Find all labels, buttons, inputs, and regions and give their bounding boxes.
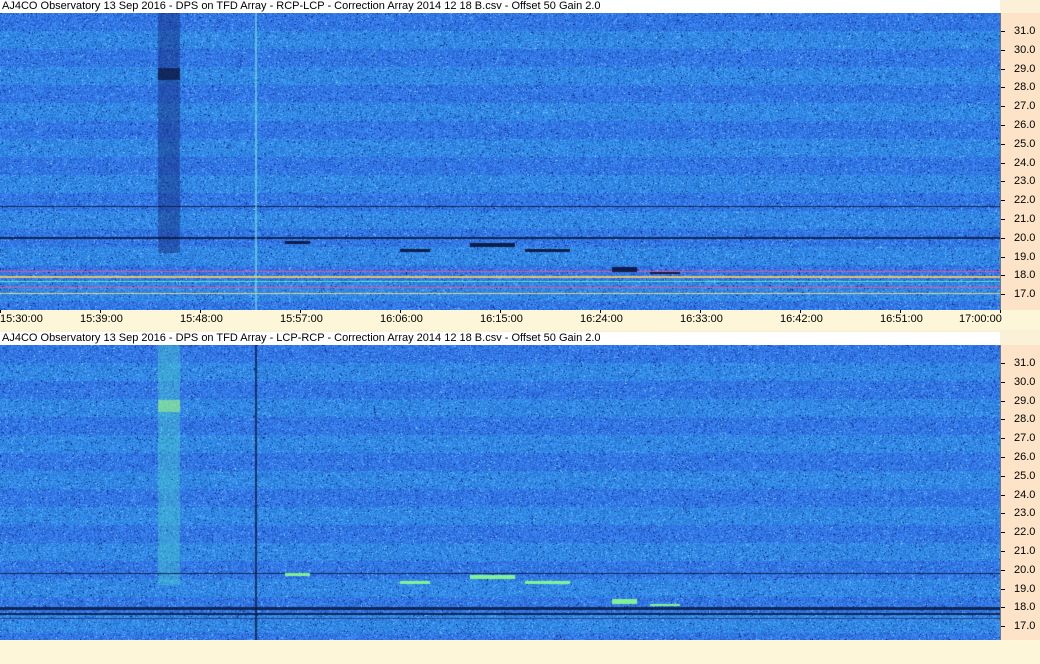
freq-tick bbox=[1001, 294, 1005, 296]
freq-label: 28.0 bbox=[1014, 413, 1036, 426]
freq-label: 26.0 bbox=[1014, 451, 1036, 463]
freq-label: 31.0 bbox=[1014, 25, 1036, 37]
freq-label: 30.0 bbox=[1014, 375, 1036, 388]
freq-tick bbox=[1001, 457, 1005, 458]
freq-label: 24.0 bbox=[1014, 488, 1036, 501]
freq-tick bbox=[1001, 419, 1005, 421]
freq-tick bbox=[1001, 626, 1005, 628]
freq-tick bbox=[1001, 200, 1005, 202]
freq-label: 22.0 bbox=[1014, 194, 1036, 207]
freq-label: 20.0 bbox=[1014, 231, 1036, 244]
freq-tick bbox=[1001, 219, 1005, 220]
time-label: 16:15:00 bbox=[480, 313, 523, 325]
freq-tick bbox=[1001, 475, 1005, 477]
panel-1-frequency-axis: 31.0 30.0 29.0 28.0 27.0 26.0 25.0 24.0 23.0 22.0… bbox=[1000, 13, 1040, 310]
freq-tick bbox=[1001, 438, 1005, 440]
freq-label: 19.0 bbox=[1014, 582, 1036, 595]
freq-tick bbox=[1001, 513, 1005, 515]
freq-tick bbox=[1001, 31, 1005, 32]
time-label: 15:39:00 bbox=[80, 313, 123, 325]
freq-tick bbox=[1001, 607, 1005, 609]
freq-tick bbox=[1001, 125, 1005, 126]
freq-label: 22.0 bbox=[1014, 526, 1036, 539]
freq-label: 20.0 bbox=[1014, 563, 1036, 576]
freq-label: 19.0 bbox=[1014, 250, 1036, 263]
freq-label: 27.0 bbox=[1014, 432, 1036, 445]
freq-label: 17.0 bbox=[1014, 620, 1036, 633]
freq-label: 30.0 bbox=[1014, 43, 1036, 56]
freq-label: 31.0 bbox=[1014, 357, 1036, 369]
freq-tick bbox=[1001, 237, 1005, 239]
freq-tick bbox=[1001, 256, 1005, 258]
freq-label: 18.0 bbox=[1014, 269, 1036, 282]
freq-label: 23.0 bbox=[1014, 175, 1036, 188]
freq-tick bbox=[1001, 49, 1005, 51]
panel-2-spectrogram[interactable] bbox=[0, 345, 1000, 640]
time-label: 16:24:00 bbox=[580, 313, 623, 325]
freq-label: 29.0 bbox=[1014, 394, 1036, 407]
freq-label: 24.0 bbox=[1014, 156, 1036, 169]
time-label: 15:57:00 bbox=[280, 313, 323, 325]
freq-tick bbox=[1001, 181, 1005, 183]
freq-label: 25.0 bbox=[1014, 137, 1036, 150]
freq-tick bbox=[1001, 363, 1005, 364]
panel-1-title: AJ4CO Observatory 13 Sep 2016 - DPS on T… bbox=[0, 0, 1000, 13]
bottom-strip bbox=[0, 640, 1040, 664]
time-label: 16:33:00 bbox=[680, 313, 723, 325]
freq-label: 29.0 bbox=[1014, 62, 1036, 75]
freq-label: 28.0 bbox=[1014, 81, 1036, 94]
panel-1-canvas bbox=[0, 13, 1000, 310]
panel-2-title: AJ4CO Observatory 13 Sep 2016 - DPS on T… bbox=[0, 332, 1000, 345]
freq-tick bbox=[1001, 532, 1005, 534]
freq-tick bbox=[1001, 143, 1005, 145]
time-label: 15:30:00 bbox=[0, 313, 43, 325]
freq-label: 17.0 bbox=[1014, 288, 1036, 301]
freq-label: 25.0 bbox=[1014, 469, 1036, 482]
freq-tick bbox=[1001, 87, 1005, 89]
panel-1-spectrogram[interactable] bbox=[0, 13, 1000, 310]
freq-tick bbox=[1001, 162, 1005, 164]
freq-label: 23.0 bbox=[1014, 507, 1036, 520]
time-label: 16:42:00 bbox=[780, 313, 823, 325]
time-label: 16:51:00 bbox=[880, 313, 923, 325]
time-axis: 15:30:00 15:39:00 15:48:00 15:57:00 16:06:00… bbox=[0, 310, 1040, 330]
time-label: 16:06:00 bbox=[380, 313, 423, 325]
freq-label: 18.0 bbox=[1014, 601, 1036, 614]
freq-label: 26.0 bbox=[1014, 119, 1036, 131]
freq-tick bbox=[1001, 68, 1005, 70]
freq-tick bbox=[1001, 381, 1005, 383]
freq-tick bbox=[1001, 569, 1005, 571]
time-label: 15:48:00 bbox=[180, 313, 223, 325]
freq-tick bbox=[1001, 106, 1005, 108]
panel-2-frequency-axis: 31.0 30.0 29.0 28.0 27.0 26.0 25.0 24.0 23.0 22.0… bbox=[1000, 345, 1040, 640]
panel-2-canvas bbox=[0, 345, 1000, 640]
time-label: 17:00:00 bbox=[959, 313, 1002, 325]
freq-label: 21.0 bbox=[1014, 213, 1036, 225]
freq-label: 21.0 bbox=[1014, 545, 1036, 557]
freq-tick bbox=[1001, 400, 1005, 402]
freq-tick bbox=[1001, 275, 1005, 277]
freq-label: 27.0 bbox=[1014, 100, 1036, 113]
freq-tick bbox=[1001, 551, 1005, 552]
freq-tick bbox=[1001, 588, 1005, 590]
freq-tick bbox=[1001, 494, 1005, 496]
